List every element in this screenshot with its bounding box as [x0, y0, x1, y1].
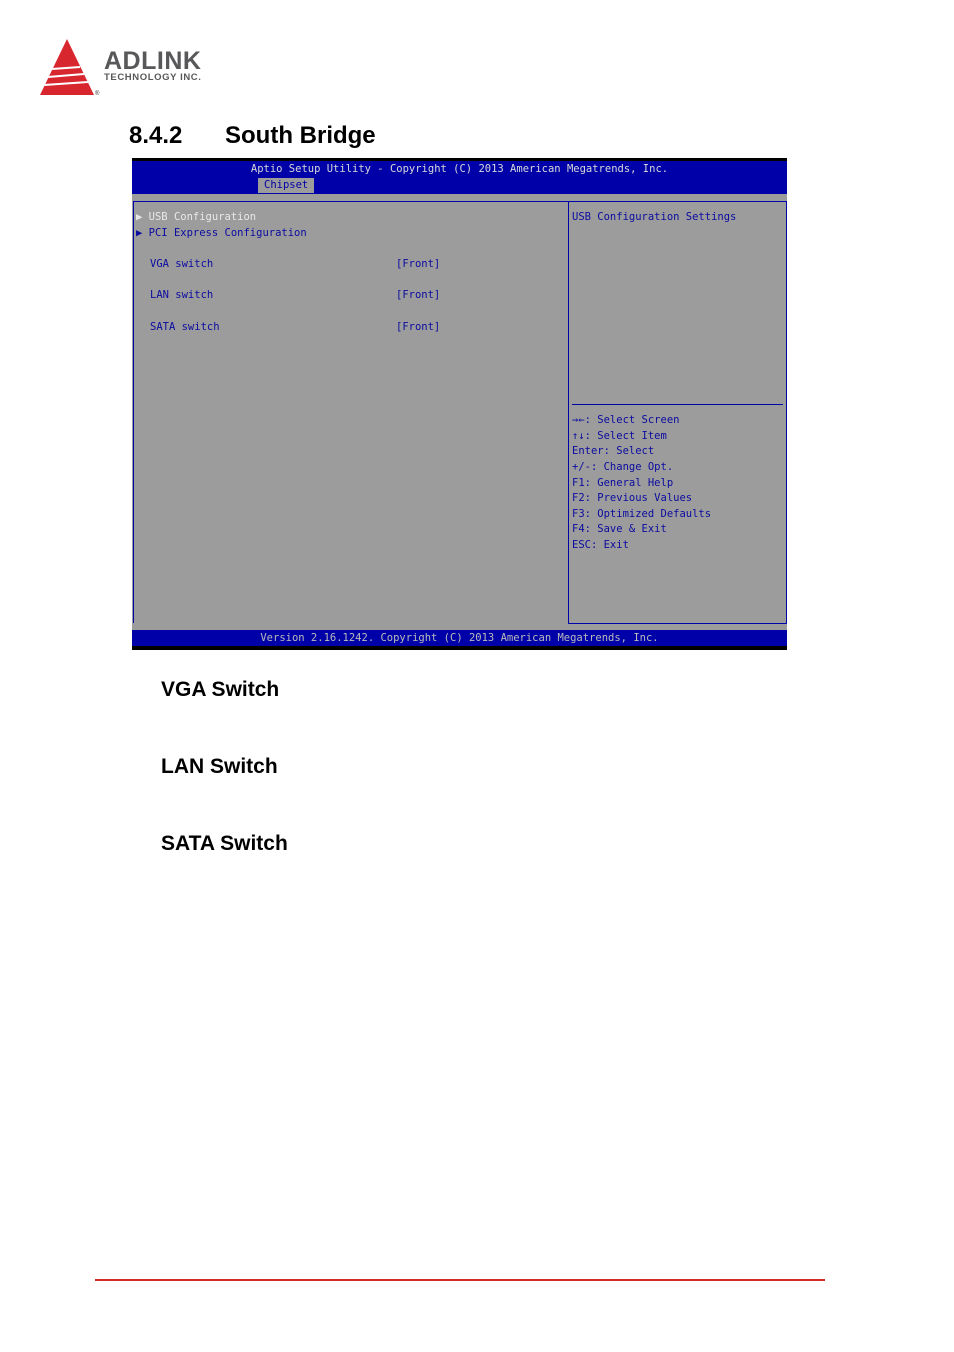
setting-lan-switch-value[interactable]: [Front]	[396, 288, 440, 302]
setting-sata-switch-label[interactable]: SATA switch	[150, 320, 220, 334]
setting-vga-switch-label[interactable]: VGA switch	[150, 257, 213, 271]
key-hint: →←: Select Screen	[572, 414, 680, 426]
subheading-lan-switch: LAN Switch	[161, 755, 278, 778]
setting-lan-switch-label[interactable]: LAN switch	[150, 288, 213, 302]
key-hint: F2: Previous Values	[572, 492, 693, 504]
key-hint: Enter: Select	[572, 445, 655, 457]
footer-rule	[95, 1279, 825, 1281]
setting-sata-switch-value[interactable]: [Front]	[396, 320, 440, 334]
tab-chipset[interactable]: Chipset	[258, 178, 315, 193]
subheading-vga-switch: VGA Switch	[161, 678, 280, 701]
help-divider	[572, 404, 783, 405]
key-hint: F4: Save & Exit	[572, 523, 667, 535]
setting-vga-switch-value[interactable]: [Front]	[396, 257, 440, 271]
bios-screenshot: Aptio Setup Utility - Copyright (C) 2013…	[132, 158, 787, 650]
menu-item-pci-express-configuration[interactable]: ▶ PCI Express Configuration	[136, 226, 307, 240]
adlink-logo-icon: ®	[40, 39, 100, 97]
section-heading: 8.4.2 South Bridge	[129, 122, 376, 150]
bios-footer: Version 2.16.1242. Copyright (C) 2013 Am…	[132, 630, 787, 646]
key-hint: ↑↓: Select Item	[572, 429, 667, 442]
subheading-sata-switch: SATA Switch	[161, 832, 288, 855]
menu-item-usb-configuration[interactable]: ▶ USB Configuration	[136, 210, 256, 224]
section-number: 8.4.2	[129, 122, 183, 149]
logo-name: ADLINK	[104, 47, 202, 75]
key-hint: F3: Optimized Defaults	[572, 507, 712, 520]
menu-item-label: PCI Express Configuration	[148, 227, 307, 239]
help-text: USB Configuration Settings	[572, 211, 737, 223]
logo-tagline: TECHNOLOGY INC.	[104, 72, 202, 83]
key-hint: F1: General Help	[572, 476, 674, 489]
key-hint: ESC: Exit	[572, 539, 629, 551]
triangle-right-icon: ▶	[136, 211, 149, 223]
triangle-right-icon: ▶	[136, 227, 149, 239]
menu-item-label: USB Configuration	[148, 211, 257, 223]
section-title: South Bridge	[225, 122, 376, 149]
svg-text:®: ®	[95, 90, 100, 97]
key-hint: +/-: Change Opt.	[572, 461, 674, 473]
document-page: ® ADLINK TECHNOLOGY INC. 8.4.2 South Brid…	[0, 0, 954, 1352]
bios-bottom-bar	[132, 646, 787, 650]
bios-title: Aptio Setup Utility - Copyright (C) 2013…	[250, 163, 669, 175]
